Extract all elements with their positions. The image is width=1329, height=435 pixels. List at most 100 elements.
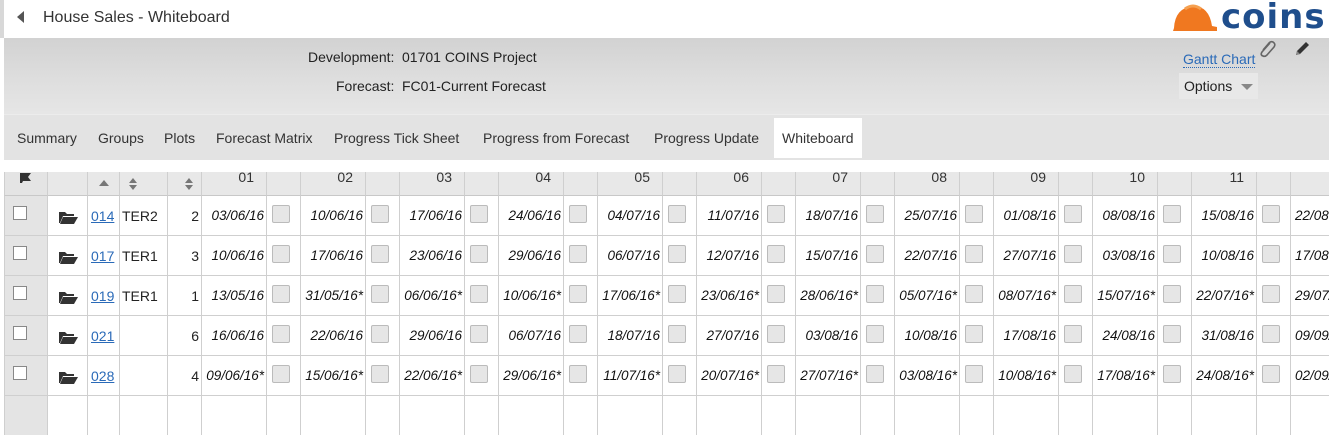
stage-complete-checkbox[interactable] [1064,365,1082,383]
group-header-cell[interactable] [120,172,168,196]
stage-complete-checkbox[interactable] [371,245,389,263]
row-select-checkbox[interactable] [13,366,27,380]
stage-complete-checkbox[interactable] [1163,245,1181,263]
stage-complete-checkbox[interactable] [668,325,686,343]
tab-groups[interactable]: Groups [90,118,152,158]
stage-complete-checkbox[interactable] [470,285,488,303]
stage-complete-checkbox[interactable] [1163,285,1181,303]
stage-complete-checkbox[interactable] [1163,365,1181,383]
stage-complete-checkbox[interactable] [272,325,290,343]
tab-summary[interactable]: Summary [9,118,85,158]
stage-complete-checkbox[interactable] [965,245,983,263]
stage-complete-checkbox[interactable] [371,365,389,383]
plot-header-cell[interactable] [88,172,120,196]
open-folder-icon[interactable] [58,290,78,304]
stage-check-cell [762,356,796,396]
stage-complete-checkbox[interactable] [965,205,983,223]
paperclip-icon[interactable] [1257,39,1277,59]
stage-date: 24/06/16 [508,208,561,223]
stage-check-cell [1059,196,1093,236]
stage-complete-checkbox[interactable] [1163,325,1181,343]
stage-complete-checkbox[interactable] [668,205,686,223]
plot-link[interactable]: 019 [91,288,114,304]
options-dropdown[interactable]: Options [1179,73,1258,99]
stage-complete-checkbox[interactable] [272,285,290,303]
stage-complete-checkbox[interactable] [1064,285,1082,303]
stage-complete-checkbox[interactable] [272,365,290,383]
row-select-checkbox[interactable] [13,326,27,340]
stage-complete-checkbox[interactable] [866,365,884,383]
stage-number: 03 [436,172,452,185]
pencil-icon[interactable] [1292,39,1312,59]
stage-complete-checkbox[interactable] [1262,285,1280,303]
stage-complete-checkbox[interactable] [371,325,389,343]
stage-complete-checkbox[interactable] [1262,245,1280,263]
stage-complete-checkbox[interactable] [1262,365,1280,383]
stage-complete-checkbox[interactable] [866,325,884,343]
stage-date: 06/06/16* [404,288,462,303]
flag-icon[interactable] [18,173,32,183]
select-cell [4,396,48,435]
stage-complete-checkbox[interactable] [470,325,488,343]
stage-complete-checkbox[interactable] [767,325,785,343]
stage-complete-checkbox[interactable] [866,285,884,303]
stage-complete-checkbox[interactable] [569,325,587,343]
tab-whiteboard[interactable]: Whiteboard [774,118,862,158]
stage-complete-checkbox[interactable] [866,245,884,263]
qty-header-cell[interactable] [168,172,202,196]
stage-complete-checkbox[interactable] [569,365,587,383]
stage-complete-checkbox[interactable] [668,365,686,383]
plot-link[interactable]: 017 [91,248,114,264]
stage-complete-checkbox[interactable] [1262,205,1280,223]
tab-forecast-matrix[interactable]: Forecast Matrix [208,118,320,158]
stage-complete-checkbox[interactable] [965,285,983,303]
stage-date: 20/07/16* [701,368,759,383]
open-folder-icon[interactable] [58,250,78,264]
stage-date: 27/07/16* [800,368,858,383]
tab-progress-tick-sheet[interactable]: Progress Tick Sheet [326,118,467,158]
stage-date: 10/06/16 [211,248,264,263]
stage-complete-checkbox[interactable] [965,365,983,383]
stage-date: 23/06/16* [701,288,759,303]
tab-progress-from-forecast[interactable]: Progress from Forecast [475,118,637,158]
stage-complete-checkbox[interactable] [1163,205,1181,223]
row-select-checkbox[interactable] [13,286,27,300]
stage-complete-checkbox[interactable] [470,245,488,263]
stage-complete-checkbox[interactable] [272,205,290,223]
tab-progress-update[interactable]: Progress Update [646,118,767,158]
stage-complete-checkbox[interactable] [569,285,587,303]
plot-link[interactable]: 014 [91,208,114,224]
stage-complete-checkbox[interactable] [470,365,488,383]
stage-complete-checkbox[interactable] [569,245,587,263]
stage-complete-checkbox[interactable] [1064,325,1082,343]
gantt-chart-link[interactable]: Gantt Chart [1183,51,1256,68]
stage-date-cell: 16/06/16 [202,316,267,356]
stage-complete-checkbox[interactable] [767,285,785,303]
stage-complete-checkbox[interactable] [965,325,983,343]
row-select-checkbox[interactable] [13,206,27,220]
tab-plots[interactable]: Plots [156,118,203,158]
stage-complete-checkbox[interactable] [371,285,389,303]
stage-complete-checkbox[interactable] [668,245,686,263]
plot-link[interactable]: 021 [91,328,114,344]
group-cell: TER1 [120,236,168,276]
stage-complete-checkbox[interactable] [668,285,686,303]
stage-complete-checkbox[interactable] [1064,245,1082,263]
stage-complete-checkbox[interactable] [1262,325,1280,343]
row-select-checkbox[interactable] [13,246,27,260]
open-folder-icon[interactable] [58,210,78,224]
stage-complete-checkbox[interactable] [1064,205,1082,223]
open-folder-icon[interactable] [58,330,78,344]
stage-complete-checkbox[interactable] [569,205,587,223]
stage-complete-checkbox[interactable] [272,245,290,263]
stage-complete-checkbox[interactable] [470,205,488,223]
stage-complete-checkbox[interactable] [767,245,785,263]
stage-complete-checkbox[interactable] [767,205,785,223]
plot-link[interactable]: 028 [91,368,114,384]
open-folder-icon[interactable] [58,370,78,384]
stage-complete-checkbox[interactable] [371,205,389,223]
stage-date-cell: 10/08/16* [994,356,1059,396]
stage-complete-checkbox[interactable] [866,205,884,223]
back-arrow-icon[interactable] [17,11,24,23]
stage-complete-checkbox[interactable] [767,365,785,383]
